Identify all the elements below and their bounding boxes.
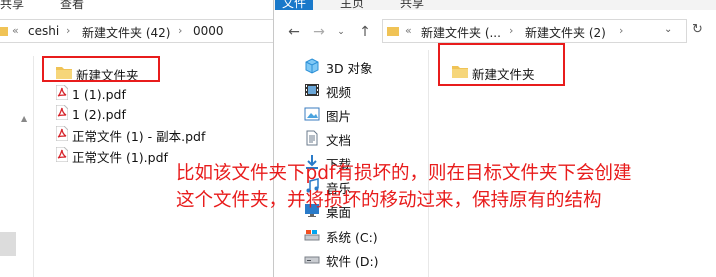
nav-item-drive-c[interactable]: 系统 (C:) xyxy=(304,225,378,247)
video-icon xyxy=(304,82,320,101)
breadcrumb-item[interactable]: 新建文件夹 (2) xyxy=(525,24,606,41)
chevron-down-icon[interactable]: ⌄ xyxy=(664,24,672,35)
chevron-down-icon[interactable]: ⌄ xyxy=(332,27,350,37)
documents-icon xyxy=(304,130,320,149)
item-name: 1 (2).pdf xyxy=(72,106,126,122)
list-item[interactable]: 1 (1).pdf xyxy=(55,84,126,104)
nav-item-documents[interactable]: 文档 xyxy=(304,128,351,150)
refresh-icon[interactable]: ↻ xyxy=(692,22,703,37)
annotation-text: 比如该文件夹下pdf有损坏的，则在目标文件夹下会创建 这个文件夹，并将损坏的移动… xyxy=(176,160,696,214)
chevron-right-icon: › xyxy=(509,24,514,37)
pdf-file-icon xyxy=(55,104,69,123)
back-arrow-icon[interactable]: ← xyxy=(285,24,303,40)
list-item[interactable]: 1 (2).pdf xyxy=(55,104,126,124)
left-explorer-window: 共享 查看 « ceshi › 新建文件夹 (42) › 0000 ▲ 新建文件… xyxy=(0,0,276,277)
up-arrow-icon[interactable]: ↑ xyxy=(356,24,374,40)
chevron-right-icon: › xyxy=(178,24,183,37)
pdf-file-icon xyxy=(55,84,69,103)
annotation-line: 比如该文件夹下pdf有损坏的，则在目标文件夹下会创建 xyxy=(176,163,632,184)
drive-d-icon xyxy=(304,251,320,270)
drive-c-icon xyxy=(304,227,320,246)
breadcrumb-item[interactable]: 0000 xyxy=(193,24,224,38)
left-address-bar[interactable]: « ceshi › 新建文件夹 (42) › 0000 xyxy=(0,19,276,43)
breadcrumb-item[interactable]: 新建文件夹 (42) xyxy=(82,24,170,41)
chevron-right-icon: › xyxy=(619,24,624,37)
folder-icon xyxy=(0,25,8,40)
annotation-line: 这个文件夹，并将损坏的移动过来，保持原有的结构 xyxy=(176,190,602,211)
list-item[interactable]: 正常文件 (1) - 副本.pdf xyxy=(55,125,206,145)
left-tab-share[interactable]: 共享 xyxy=(0,0,24,12)
chevron-right-icon: › xyxy=(66,24,71,37)
left-scrollbar-thumb[interactable] xyxy=(0,232,16,256)
breadcrumb-overflow[interactable]: « xyxy=(12,24,19,37)
item-name: 正常文件 (1).pdf xyxy=(72,149,168,165)
forward-arrow-icon[interactable]: → xyxy=(310,24,328,40)
left-tab-view[interactable]: 查看 xyxy=(60,0,84,12)
tab-file[interactable]: 文件 xyxy=(275,0,313,10)
nav-item-3d-objects[interactable]: 3D 对象 xyxy=(304,56,373,78)
3d-objects-icon xyxy=(304,57,320,77)
right-ribbon-tabs: 文件 主页 共享 xyxy=(274,0,716,10)
right-address-bar[interactable]: « 新建文件夹 (... › 新建文件夹 (2) › ⌄ xyxy=(382,19,687,43)
nav-item-video[interactable]: 视频 xyxy=(304,80,351,102)
pdf-file-icon xyxy=(55,146,69,165)
highlight-box-source xyxy=(42,56,160,82)
highlight-box-target xyxy=(438,43,565,86)
item-name: 1 (1).pdf xyxy=(72,86,126,102)
right-explorer-window: 文件 主页 共享 ← → ⌄ ↑ « 新建文件夹 (... › 新建文件夹 (2… xyxy=(273,0,716,277)
breadcrumb-item[interactable]: 新建文件夹 (... xyxy=(421,24,501,41)
pictures-icon xyxy=(304,106,320,125)
list-item[interactable]: 正常文件 (1).pdf xyxy=(55,146,168,166)
nav-item-pictures[interactable]: 图片 xyxy=(304,104,351,126)
breadcrumb-item[interactable]: ceshi xyxy=(28,24,59,38)
breadcrumb-overflow[interactable]: « xyxy=(405,24,412,37)
scroll-up-icon[interactable]: ▲ xyxy=(21,114,27,123)
item-name: 正常文件 (1) - 副本.pdf xyxy=(72,128,206,144)
pdf-file-icon xyxy=(55,125,69,144)
nav-item-drive-d[interactable]: 软件 (D:) xyxy=(304,249,379,271)
folder-icon xyxy=(387,25,399,40)
left-ribbon: 共享 查看 xyxy=(0,0,276,14)
